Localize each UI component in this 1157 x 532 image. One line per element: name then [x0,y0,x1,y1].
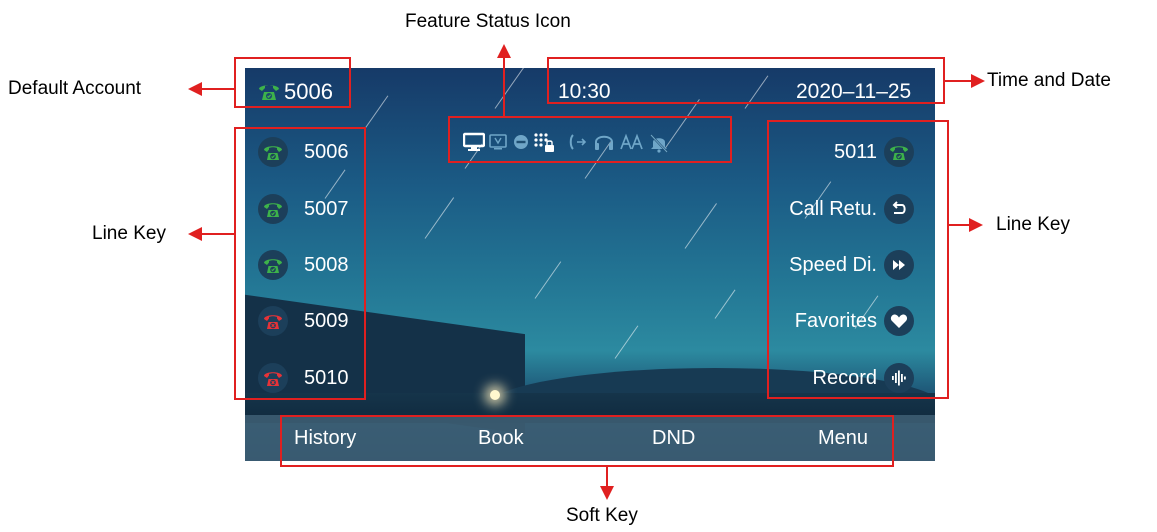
wallpaper-streak [714,289,736,319]
soft-key-label: Soft Key [566,505,638,526]
default-account-label: Default Account [8,78,142,99]
soft-key-arrow-head [600,486,614,500]
right-line-key-arrow-line [949,224,969,226]
right-line-key-arrow-head [969,218,983,232]
feature-status-arrow-line [503,58,505,116]
wallpaper-streak [614,325,639,359]
left-line-key-label: Line Key [92,223,166,244]
wallpaper-streak [684,203,717,249]
softkeys-highlight-box [280,415,894,467]
feature-status-label: Feature Status Icon [405,11,571,32]
default-account-arrow-line [200,88,234,90]
time-date-arrow-line [945,80,971,82]
wallpaper-streak [424,197,455,239]
time-date-highlight-box [547,57,945,104]
wallpaper-streak [364,95,389,129]
left-line-key-arrow-head [188,227,202,241]
wallpaper-streak [494,68,527,109]
time-date-label: Time and Date [987,70,1111,91]
feature-status-highlight-box [448,116,732,163]
left-line-keys-highlight-box [234,127,366,400]
feature-status-arrow-head [497,44,511,58]
right-line-key-label: Line Key [996,214,1070,235]
default-account-arrow-head [188,82,202,96]
default-account-highlight-box [234,57,351,108]
right-line-keys-highlight-box [767,120,949,399]
left-line-key-arrow-line [200,233,234,235]
wallpaper-streak [534,261,562,299]
wallpaper-light [490,390,500,400]
time-date-arrow-head [971,74,985,88]
